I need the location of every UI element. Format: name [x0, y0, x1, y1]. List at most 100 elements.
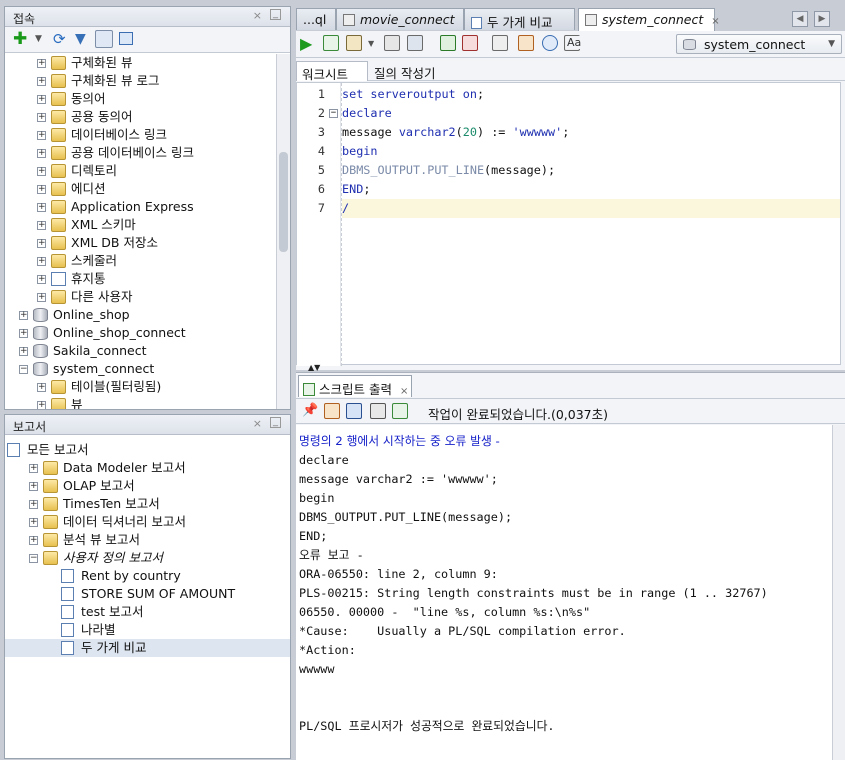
expand-icon[interactable]: + — [37, 185, 46, 194]
connection-node[interactable]: + Online_shop — [5, 306, 290, 324]
tree-node[interactable]: + 뷰 — [5, 396, 290, 409]
clear-icon[interactable] — [518, 35, 534, 51]
expand-icon[interactable]: + — [37, 401, 46, 409]
expand-icon[interactable]: + — [37, 77, 46, 86]
expand-icon[interactable]: + — [19, 329, 28, 338]
tree-node[interactable]: + Application Express — [5, 198, 290, 216]
tree-node[interactable]: − 사용자 정의 보고서 — [5, 549, 290, 567]
expand-icon[interactable]: + — [37, 149, 46, 158]
explain-plan-icon[interactable] — [384, 35, 400, 51]
chevron-left-icon[interactable]: ◀ — [792, 11, 808, 27]
tab-system-connect[interactable]: system_connect × — [578, 8, 720, 31]
expand-icon[interactable]: + — [29, 536, 38, 545]
add-connection-icon[interactable]: ✚ — [13, 31, 27, 48]
tree-node[interactable]: STORE SUM OF AMOUNT — [5, 585, 290, 603]
tree-node[interactable]: + 휴지통 — [5, 270, 290, 288]
expand-icon[interactable]: + — [37, 59, 46, 68]
tree-node[interactable]: 나라별 — [5, 621, 290, 639]
tree-node[interactable]: test 보고서 — [5, 603, 290, 621]
tree-node[interactable]: + 공용 데이터베이스 링크 — [5, 144, 290, 162]
tree-node[interactable]: + 데이터베이스 링크 — [5, 126, 290, 144]
minimize-icon[interactable]: _ — [270, 417, 281, 428]
expand-icon[interactable]: + — [29, 518, 38, 527]
pin-icon[interactable]: 📌 — [302, 403, 318, 418]
connection-node[interactable]: + Online_shop_connect — [5, 324, 290, 342]
expand-icon[interactable]: + — [19, 347, 28, 356]
tree-node[interactable]: + TimesTen 보고서 — [5, 495, 290, 513]
close-icon[interactable]: × — [253, 417, 262, 430]
tree-node[interactable]: + 에디션 — [5, 180, 290, 198]
run-statement-icon[interactable]: ▶ — [300, 34, 312, 53]
expand-icon[interactable]: + — [37, 167, 46, 176]
tree-node[interactable]: + 구체화된 뷰 로그 — [5, 72, 290, 90]
close-icon[interactable]: × — [253, 9, 262, 22]
expand-icon[interactable]: + — [37, 113, 46, 122]
collapse-icon[interactable]: − — [29, 554, 38, 563]
tree-node[interactable]: + XML 스키마 — [5, 216, 290, 234]
tree-node[interactable]: 모든 보고서 — [5, 441, 290, 459]
tree-node[interactable]: + OLAP 보고서 — [5, 477, 290, 495]
format-case-icon[interactable]: Aa — [566, 36, 583, 49]
output-script-icon[interactable] — [392, 403, 408, 419]
expand-icon[interactable]: + — [19, 311, 28, 320]
run-script-icon[interactable] — [323, 35, 339, 51]
tree-node[interactable]: + Data Modeler 보고서 — [5, 459, 290, 477]
expand-icon[interactable]: + — [37, 203, 46, 212]
tree-node[interactable]: + 동의어 — [5, 90, 290, 108]
splitter-arrows-icon[interactable]: ▲▼ — [308, 364, 320, 372]
tree-node[interactable]: + 구체화된 뷰 — [5, 54, 290, 72]
tab-store-compare[interactable]: 두 가게 비교 — [464, 8, 575, 30]
connection-select[interactable]: system_connect ▼ — [676, 34, 842, 54]
close-tab-icon[interactable]: × — [400, 386, 408, 397]
minimize-icon[interactable]: _ — [270, 9, 281, 20]
output-scrollbar[interactable] — [832, 425, 845, 760]
commit-check-icon[interactable] — [440, 35, 456, 51]
tree-node[interactable]: + 디렉토리 — [5, 162, 290, 180]
connection-node[interactable]: + Sakila_connect — [5, 342, 290, 360]
tab-movie-connect[interactable]: movie_connect — [336, 8, 464, 30]
tree-node[interactable]: + 다른 사용자 — [5, 288, 290, 306]
rollback-icon[interactable] — [462, 35, 478, 51]
sql-tuning-icon[interactable] — [492, 35, 508, 51]
eraser-icon[interactable] — [324, 403, 340, 419]
commit-icon[interactable] — [346, 35, 362, 51]
expand-icon[interactable]: + — [29, 500, 38, 509]
tree-node[interactable]: + 테이블(필터링됨) — [5, 378, 290, 396]
chevron-down-icon[interactable]: ▼ — [368, 39, 374, 48]
schema-browser-icon[interactable] — [95, 30, 113, 48]
tree-node[interactable]: + 공용 동의어 — [5, 108, 290, 126]
expand-icon[interactable]: + — [37, 257, 46, 266]
autotrace-icon[interactable] — [407, 35, 423, 51]
tab-query-builder[interactable]: 질의 작성기 — [374, 63, 435, 82]
tree-node[interactable]: + 스케줄러 — [5, 252, 290, 270]
tab-script-output[interactable]: 스크립트 출력 × — [298, 375, 412, 397]
expand-icon[interactable]: + — [37, 293, 46, 302]
expand-icon[interactable]: + — [37, 239, 46, 248]
tree-node[interactable]: 두 가게 비교 — [5, 639, 290, 657]
expand-icon[interactable]: + — [37, 95, 46, 104]
expand-icon[interactable]: + — [29, 482, 38, 491]
expand-icon[interactable]: + — [29, 464, 38, 473]
tab-worksheet[interactable]: 워크시트 — [296, 61, 368, 82]
connection-node[interactable]: − system_connect — [5, 360, 290, 378]
tab-sql[interactable]: ...ql — [296, 8, 336, 30]
expand-icon[interactable]: + — [37, 383, 46, 392]
tree-node[interactable]: + XML DB 저장소 — [5, 234, 290, 252]
chevron-down-icon[interactable]: ▼ — [35, 34, 42, 44]
tree-node[interactable]: Rent by country — [5, 567, 290, 585]
refresh-icon[interactable]: ⟳ — [53, 30, 66, 48]
print-icon[interactable] — [370, 403, 386, 419]
history-icon[interactable] — [542, 35, 558, 51]
expand-icon[interactable]: + — [37, 275, 46, 284]
expand-icon[interactable]: + — [37, 131, 46, 140]
tree-node[interactable]: + 데이터 딕셔너리 보고서 — [5, 513, 290, 531]
expand-icon[interactable]: + — [37, 221, 46, 230]
filter-icon[interactable]: ▼ — [75, 31, 86, 47]
connections-scrollbar[interactable] — [276, 54, 290, 409]
chevron-right-icon[interactable]: ▶ — [814, 11, 830, 27]
save-icon[interactable] — [346, 403, 362, 419]
close-tab-icon[interactable]: × — [711, 16, 719, 27]
fold-icon[interactable]: − — [329, 109, 338, 118]
collapse-icon[interactable]: − — [19, 365, 28, 374]
code-editor[interactable]: 1 set serveroutput on; 2− declare 3 message v… — [296, 82, 841, 366]
